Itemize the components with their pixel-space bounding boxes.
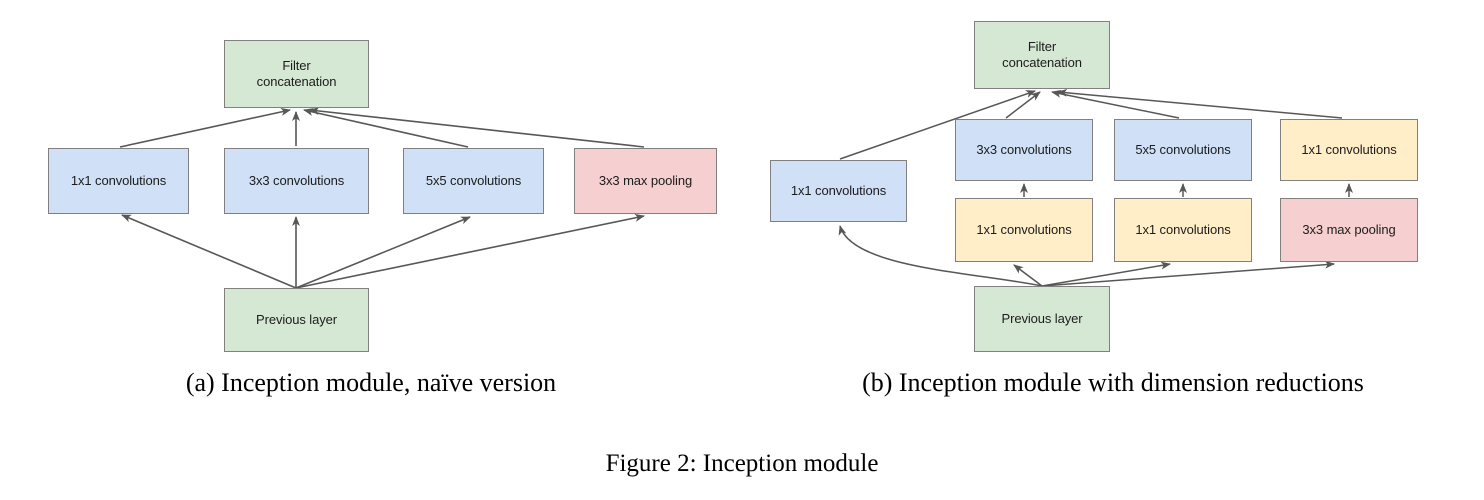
node-max-pooling-3x3[interactable]: 3x3 max pooling [1280,198,1418,262]
node-conv-1x1-left[interactable]: 1x1 convolutions [770,160,907,222]
node-conv-3x3[interactable]: 3x3 convolutions [955,119,1093,181]
node-conv-1x1-reduce-5x5[interactable]: 1x1 convolutions [1114,198,1252,262]
node-conv-5x5[interactable]: 5x5 convolutions [403,148,544,214]
figure-caption: Figure 2: Inception module [605,450,879,477]
node-conv-1x1[interactable]: 1x1 convolutions [48,148,189,214]
subfigure-caption-b: (b) Inception module with dimension redu… [862,368,1364,397]
node-previous-layer[interactable]: Previous layer [224,288,369,352]
node-filter-concatenation[interactable]: Filter concatenation [974,21,1110,89]
panel-b-inception-dimension-reductions: Filter concatenation 1x1 convolutions 3x… [742,0,1484,365]
subfigure-caption-a: (a) Inception module, naïve version [185,368,557,397]
node-max-pooling-3x3[interactable]: 3x3 max pooling [574,148,717,214]
node-previous-layer[interactable]: Previous layer [974,286,1110,352]
node-conv-3x3[interactable]: 3x3 convolutions [224,148,369,214]
node-conv-1x1-reduce-3x3[interactable]: 1x1 convolutions [955,198,1093,262]
node-filter-concatenation[interactable]: Filter concatenation [224,40,369,108]
panel-a-naive-inception: Filter concatenation 1x1 convolutions 3x… [0,0,742,365]
node-conv-1x1-pool-branch[interactable]: 1x1 convolutions [1280,119,1418,181]
node-conv-5x5[interactable]: 5x5 convolutions [1114,119,1252,181]
figure-inception-module: Filter concatenation 1x1 convolutions 3x… [0,0,1484,500]
